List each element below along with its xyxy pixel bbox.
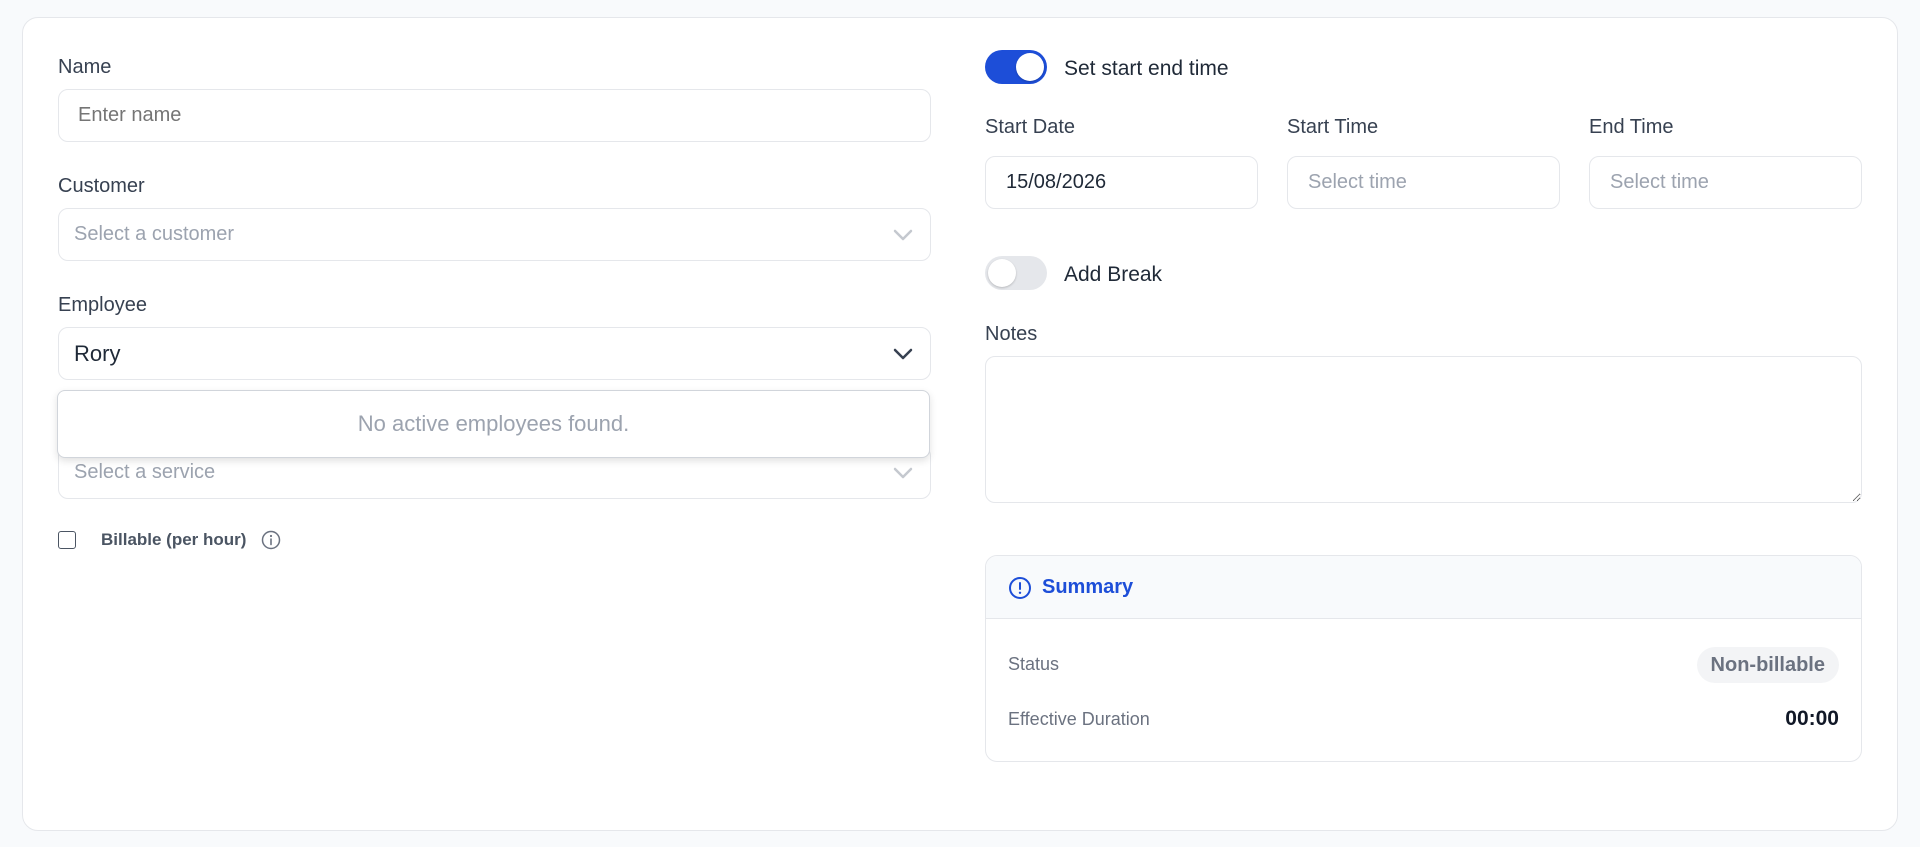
end-time-placeholder: Select time — [1610, 171, 1709, 193]
end-time-label: End Time — [1589, 116, 1674, 138]
set-start-end-toggle[interactable] — [985, 50, 1047, 84]
add-break-toggle[interactable] — [985, 256, 1047, 290]
name-input[interactable] — [58, 89, 931, 142]
customer-select-placeholder: Select a customer — [74, 223, 235, 245]
employee-dropdown-empty-message: No active employees found. — [357, 411, 630, 436]
customer-label: Customer — [58, 175, 145, 197]
notes-textarea[interactable] — [985, 356, 1862, 503]
effective-duration-value: 00:00 — [1785, 707, 1839, 730]
alert-circle-icon — [1009, 577, 1031, 599]
billable-checkbox[interactable] — [58, 531, 76, 549]
chevron-down-icon — [893, 467, 913, 478]
start-date-input[interactable]: 15/08/2026 — [985, 156, 1258, 209]
employee-label: Employee — [58, 294, 147, 316]
name-label: Name — [58, 56, 112, 78]
start-date-label: Start Date — [985, 116, 1076, 138]
set-start-end-label: Set start end time — [1064, 57, 1229, 80]
status-label: Status — [1008, 654, 1060, 674]
billable-label: Billable (per hour) — [101, 530, 247, 549]
employee-select-value: Rory — [74, 340, 121, 366]
employee-dropdown-menu: No active employees found. — [57, 390, 930, 458]
effective-duration-label: Effective Duration — [1008, 709, 1150, 729]
toggle-knob — [1016, 53, 1044, 81]
info-icon[interactable] — [261, 530, 281, 550]
end-time-input[interactable]: Select time — [1589, 156, 1862, 209]
summary-panel: Summary Status Non-billable Effective Du… — [985, 555, 1862, 762]
customer-select[interactable]: Select a customer — [58, 208, 931, 261]
employee-select[interactable]: Rory — [58, 327, 931, 380]
notes-label: Notes — [985, 323, 1038, 345]
start-date-value: 15/08/2026 — [1006, 171, 1107, 193]
start-time-label: Start Time — [1287, 116, 1379, 138]
summary-title: Summary — [1042, 576, 1134, 598]
status-badge: Non-billable — [1696, 647, 1839, 683]
chevron-down-icon — [893, 348, 913, 359]
start-time-input[interactable]: Select time — [1287, 156, 1560, 209]
service-select-placeholder: Select a service — [74, 461, 216, 483]
toggle-knob — [988, 259, 1016, 287]
chevron-down-icon — [893, 229, 913, 240]
start-time-placeholder: Select time — [1308, 171, 1407, 193]
add-break-label: Add Break — [1064, 263, 1163, 286]
summary-header: Summary — [986, 556, 1861, 619]
